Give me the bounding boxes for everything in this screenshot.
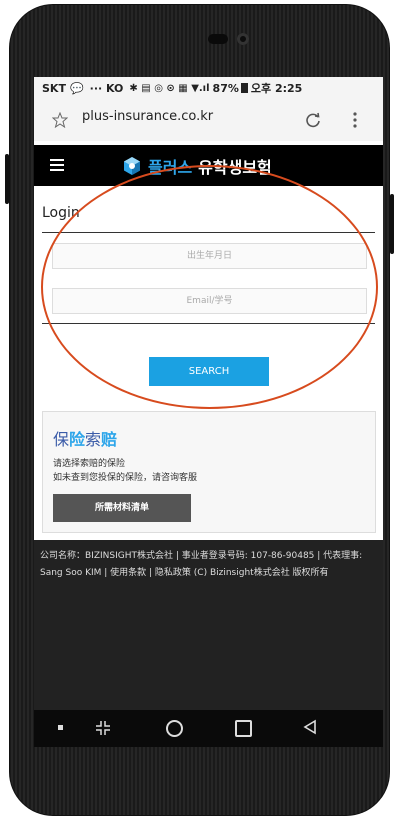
status-indicators: ··· KO	[89, 81, 124, 95]
login-heading: Login	[42, 205, 80, 221]
carrier: SKT	[42, 81, 66, 95]
star-icon[interactable]	[52, 112, 68, 128]
dot-icon	[58, 725, 63, 730]
battery-percent: 87%	[212, 81, 239, 95]
battery-icon	[240, 83, 248, 93]
footer-company-info: 公司名称：BIZINSIGHT株式会社 | 事业者登录号码: 107-86-90…	[40, 551, 363, 578]
claims-instruction: 请选择索赔的保险	[53, 459, 126, 469]
claims-help-text: 如未查到您投保的保险，请咨询客服	[53, 473, 198, 483]
claims-panel: 保险索赔 请选择索赔的保险 如未查到您投保的保险，请咨询客服 所需材料清单	[42, 411, 376, 533]
claims-title: 保险索赔	[53, 430, 118, 449]
search-button[interactable]: SEARCH	[149, 357, 269, 386]
navigation-bar	[34, 710, 383, 747]
brand-main-text: 유학생보험	[198, 158, 272, 177]
back-icon[interactable]	[302, 719, 318, 735]
system-icons: ✱ ▤ ◎ ⊙ ▦ ▼.ıl	[129, 82, 210, 94]
home-icon[interactable]	[166, 720, 183, 737]
login-divider-top	[42, 232, 375, 233]
brand-accent-text: 플러스	[148, 158, 193, 177]
overview-icon[interactable]	[235, 720, 252, 737]
site-footer: 公司名称：BIZINSIGHT株式会社 | 事业者登录号码: 107-86-90…	[34, 540, 383, 710]
reload-icon[interactable]	[304, 111, 322, 129]
phone-screen: SKT 💬 ··· KO ✱ ▤ ◎ ⊙ ▦ ▼.ıl 87% 오후 2:25 …	[34, 77, 383, 747]
chat-icon: 💬	[69, 81, 84, 95]
hamburger-menu-icon[interactable]	[50, 159, 64, 171]
recent-apps-icon[interactable]	[95, 720, 111, 736]
volume-button	[5, 154, 9, 204]
site-header: 플러스 유학생보험	[34, 145, 383, 186]
email-input[interactable]: Email/学号	[52, 288, 367, 314]
birthdate-input[interactable]: 出生年月日	[52, 243, 367, 269]
logo-cube-icon	[124, 157, 140, 175]
login-divider-bottom	[42, 323, 375, 324]
clock: 오후 2:25	[250, 82, 303, 95]
earpiece-speaker	[208, 34, 228, 44]
url-field[interactable]: plus-insurance.co.kr	[82, 109, 213, 124]
address-bar: plus-insurance.co.kr	[34, 99, 383, 141]
required-documents-button[interactable]: 所需材料清单	[53, 494, 191, 522]
status-bar: SKT 💬 ··· KO ✱ ▤ ◎ ⊙ ▦ ▼.ıl 87% 오후 2:25	[34, 77, 383, 99]
front-camera	[237, 33, 249, 45]
site-logo[interactable]: 플러스 유학생보험	[122, 154, 272, 178]
more-options-icon[interactable]	[352, 111, 358, 129]
power-button	[390, 194, 394, 254]
